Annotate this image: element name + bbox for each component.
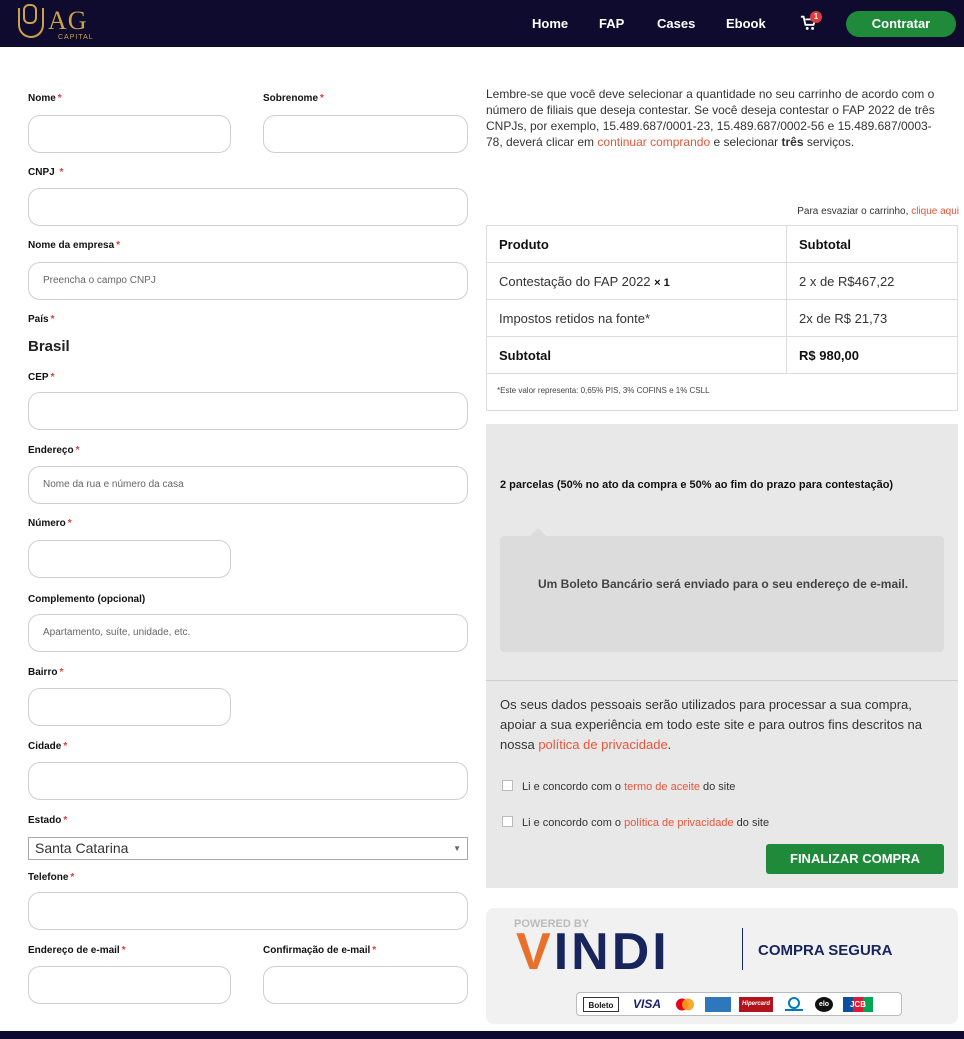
- cnpj-input[interactable]: [28, 188, 468, 226]
- cep-label: CEP *: [28, 372, 55, 383]
- product-subtotal: 2x de R$ 21,73: [799, 311, 888, 326]
- table-header-row: Produto Subtotal: [487, 226, 957, 263]
- bairro-input[interactable]: [28, 688, 231, 726]
- endereco-label: Endereço *: [28, 445, 80, 456]
- nav-cases[interactable]: Cases: [657, 16, 695, 31]
- boleto-card-icon: Boleto: [583, 997, 619, 1012]
- col-subtotal: Subtotal: [799, 237, 851, 252]
- cart-button[interactable]: 1: [800, 11, 822, 34]
- table-row: Contestação do FAP 2022 × 1 2 x de R$467…: [487, 263, 957, 300]
- email-confirm-input[interactable]: [263, 966, 468, 1004]
- privacy-checkbox-row: Li e concordo com o política de privacid…: [502, 816, 769, 829]
- tax-note: *Este valor representa: 0,65% PIS, 3% CO…: [497, 386, 710, 395]
- numero-label: Número *: [28, 518, 72, 529]
- hipercard-icon: Hipercard: [739, 997, 773, 1012]
- privacy-checkbox[interactable]: [502, 816, 513, 827]
- cnpj-label: CNPJ *: [28, 167, 64, 178]
- chevron-down-icon: ▼: [453, 844, 461, 853]
- privacy-text: Os seus dados pessoais serão utilizados …: [500, 697, 923, 752]
- boleto-description: Um Boleto Bancário será enviado para o s…: [538, 577, 909, 591]
- diners-card-icon: [781, 997, 807, 1012]
- table-note-row: *Este valor representa: 0,65% PIS, 3% CO…: [487, 374, 957, 410]
- complemento-label: Complemento (opcional): [28, 594, 146, 605]
- footer-bar: [0, 1031, 964, 1039]
- jcb-card-icon: JCB: [843, 997, 873, 1012]
- terms-checkbox-row: Li e concordo com o termo de aceite do s…: [502, 780, 735, 793]
- sobrenome-input[interactable]: [263, 115, 468, 153]
- col-produto: Produto: [487, 226, 787, 263]
- payment-method-title[interactable]: 2 parcelas (50% no ato da compra e 50% a…: [500, 472, 920, 499]
- cidade-label: Cidade *: [28, 741, 68, 752]
- complemento-input[interactable]: Apartamento, suíte, unidade, etc.: [28, 614, 468, 652]
- privacy-checkbox-link[interactable]: política de privacidade: [624, 817, 733, 829]
- nav-home[interactable]: Home: [532, 16, 568, 31]
- total-label: Subtotal: [487, 337, 787, 374]
- logo-mark-icon: [18, 4, 44, 38]
- pais-label: País *: [28, 314, 55, 325]
- nome-label: Nome *: [28, 93, 62, 104]
- numero-input[interactable]: [28, 540, 231, 578]
- endereco-input[interactable]: Nome da rua e número da casa: [28, 466, 468, 504]
- separator: [742, 928, 743, 970]
- empresa-label: Nome da empresa *: [28, 240, 121, 251]
- product-subtotal: 2 x de R$467,22: [799, 274, 895, 289]
- terms-checkbox[interactable]: [502, 780, 513, 791]
- payment-panel: 2 parcelas (50% no ato da compra e 50% a…: [486, 424, 958, 888]
- payment-description-box: Um Boleto Bancário será enviado para o s…: [500, 528, 944, 652]
- empty-cart-text: Para esvaziar o carrinho, clique aqui: [797, 206, 959, 217]
- cart-summary-table: Produto Subtotal Contestação do FAP 2022…: [486, 225, 958, 411]
- logo-text: AG: [48, 6, 88, 35]
- table-row: Impostos retidos na fonte* 2x de R$ 21,7…: [487, 300, 957, 337]
- product-name: Impostos retidos na fonte*: [487, 300, 787, 337]
- vindi-logo: VINDI: [516, 923, 670, 981]
- email-confirm-label: Confirmação de e-mail *: [263, 945, 377, 956]
- compra-segura-text: COMPRA SEGURA: [758, 942, 893, 959]
- telefone-input[interactable]: [28, 892, 468, 930]
- empresa-input[interactable]: Preencha o campo CNPJ: [28, 262, 468, 300]
- mastercard-icon: [673, 997, 697, 1012]
- estado-value: Santa Catarina: [35, 840, 129, 856]
- nav-ebook[interactable]: Ebook: [726, 16, 766, 31]
- email-label: Endereço de e-mail *: [28, 945, 126, 956]
- ag-capital-logo[interactable]: AG CAPITAL: [18, 4, 128, 42]
- cart-count-badge: 1: [810, 11, 822, 23]
- bairro-label: Bairro *: [28, 667, 64, 678]
- secure-purchase-banner: POWERED BY VINDI COMPRA SEGURA Boleto VI…: [486, 908, 958, 1024]
- table-total-row: Subtotal R$ 980,00: [487, 337, 957, 374]
- privacy-policy-link[interactable]: política de privacidade: [538, 737, 667, 752]
- logo-subtext: CAPITAL: [58, 34, 94, 41]
- nome-input[interactable]: [28, 115, 231, 153]
- divider: [486, 680, 958, 681]
- total-value: R$ 980,00: [799, 348, 859, 363]
- pais-value: Brasil: [28, 338, 70, 355]
- estado-select[interactable]: Santa Catarina ▼: [28, 837, 468, 860]
- clique-aqui-link[interactable]: clique aqui: [911, 206, 959, 217]
- email-input[interactable]: [28, 966, 231, 1004]
- sobrenome-label: Sobrenome *: [263, 93, 324, 104]
- cep-input[interactable]: [28, 392, 468, 430]
- cidade-input[interactable]: [28, 762, 468, 800]
- contratar-button[interactable]: Contratar: [846, 11, 956, 37]
- top-navbar: AG CAPITAL Home FAP Cases Ebook 1 Contra…: [0, 0, 964, 47]
- continuar-comprando-link[interactable]: continuar comprando: [597, 135, 710, 149]
- telefone-label: Telefone *: [28, 872, 75, 883]
- termo-aceite-link[interactable]: termo de aceite: [624, 781, 700, 793]
- amex-card-icon: [705, 997, 731, 1012]
- finalizar-compra-button[interactable]: FINALIZAR COMPRA: [766, 844, 944, 874]
- visa-card-icon: VISA: [632, 997, 661, 1011]
- nav-fap[interactable]: FAP: [599, 16, 624, 31]
- elo-card-icon: elo: [815, 997, 833, 1012]
- estado-label: Estado *: [28, 815, 68, 826]
- product-name: Contestação do FAP 2022 × 1: [487, 263, 787, 300]
- quantity-notice: Lembre-se que você deve selecionar a qua…: [486, 87, 935, 149]
- payment-cards-strip: Boleto VISA Hipercard elo JCB: [576, 992, 902, 1016]
